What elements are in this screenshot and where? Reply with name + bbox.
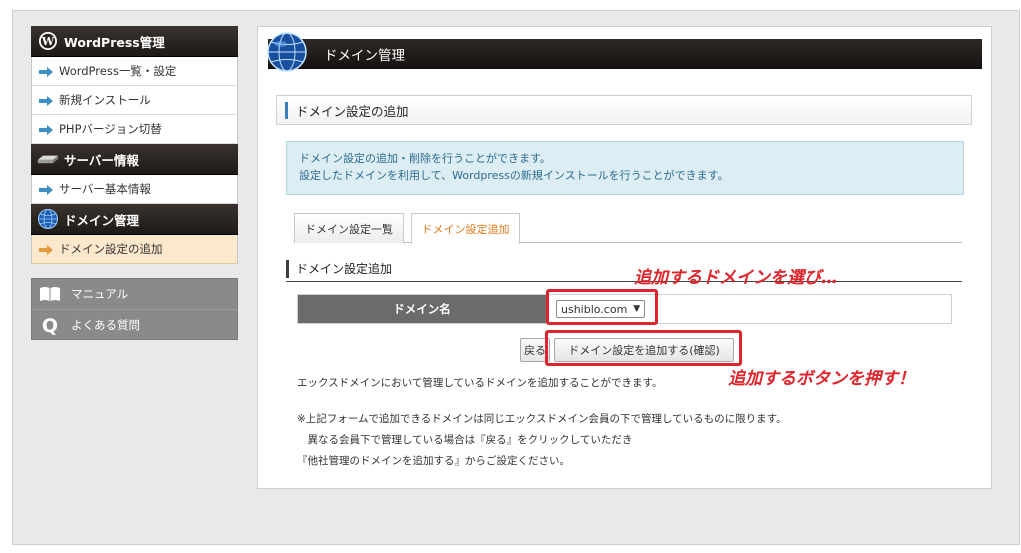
sidebar-header-wordpress: W WordPress管理 [31, 26, 238, 57]
arrow-right-icon [39, 184, 53, 195]
server-icon [37, 148, 59, 170]
domain-label: ドメイン名 [298, 295, 546, 323]
svg-text:W: W [41, 35, 55, 48]
book-icon [39, 284, 61, 304]
sidebar-item-label: サーバー基本情報 [59, 182, 151, 196]
svg-text:Q: Q [42, 315, 58, 335]
annotation-box-button [545, 330, 742, 366]
sidebar-header-server: サーバー情報 [31, 144, 238, 175]
annotation-box-select [546, 289, 658, 325]
sidebar-header-label: サーバー情報 [64, 152, 139, 168]
arrow-right-icon [39, 124, 53, 135]
note-text: 『他社管理のドメインを追加する』からご設定ください。 [297, 455, 570, 467]
arrow-right-icon [39, 66, 53, 77]
section-header: ドメイン設定の追加 [276, 95, 972, 125]
sidebar-help-group: マニュアル Q よくある質問 [31, 278, 238, 340]
form-title: ドメイン設定追加 [296, 262, 393, 276]
tab-label: ドメイン設定一覧 [305, 222, 393, 236]
page-header: ドメイン管理 [268, 39, 982, 69]
sidebar-item-manual[interactable]: マニュアル [32, 279, 237, 309]
main-panel: ドメイン管理 ドメイン設定の追加 ドメイン設定の追加・削除を行うことができます。… [257, 26, 992, 489]
tab-domain-list[interactable]: ドメイン設定一覧 [294, 213, 404, 243]
info-line: ドメイン設定の追加・削除を行うことができます。 [299, 152, 551, 165]
note-text: 異なる会員下で管理している場合は『戻る』をクリックしていただき [297, 434, 633, 446]
note-text: ※上記フォームで追加できるドメインは同じエックスドメイン会員の下で管理しているも… [297, 413, 787, 425]
sidebar-header-label: WordPress管理 [64, 34, 165, 50]
sidebar-item-label: 新規インストール [59, 93, 151, 107]
globe-icon [37, 208, 59, 230]
annotation-note-select: 追加するドメインを選び… [634, 268, 838, 288]
sidebar-item-wordpress-list[interactable]: WordPress一覧・設定 [31, 57, 238, 86]
sidebar-item-label: PHPバージョン切替 [59, 122, 162, 136]
sidebar-header-label: ドメイン管理 [64, 212, 140, 228]
form-accent-bar [286, 260, 289, 278]
info-box: ドメイン設定の追加・削除を行うことができます。 設定したドメインを利用して、Wo… [286, 141, 964, 195]
tab-bar: ドメイン設定一覧 ドメイン設定追加 [294, 213, 962, 244]
form-header: ドメイン設定追加 [286, 256, 962, 282]
page-title: ドメイン管理 [324, 48, 405, 64]
question-icon: Q [39, 315, 61, 335]
sidebar-item-label: よくある質問 [71, 317, 140, 332]
sidebar-item-faq[interactable]: Q よくある質問 [32, 309, 237, 339]
sidebar-item-label: ドメイン設定の追加 [59, 242, 163, 256]
sidebar-item-label: マニュアル [71, 287, 129, 301]
tab-label: ドメイン設定追加 [421, 223, 510, 236]
tab-domain-add[interactable]: ドメイン設定追加 [411, 213, 520, 244]
sidebar-item-label: WordPress一覧・設定 [59, 64, 177, 78]
sidebar: W WordPress管理 WordPress一覧・設定 新規インストール PH… [31, 26, 238, 340]
info-line: 設定したドメインを利用して、Wordpressの新規インストールを行うことができ… [299, 169, 729, 182]
globe-icon [267, 32, 307, 72]
sidebar-item-domain-add[interactable]: ドメイン設定の追加 [31, 235, 238, 264]
section-title: ドメイン設定の追加 [296, 103, 409, 119]
sidebar-item-server-info[interactable]: サーバー基本情報 [31, 175, 238, 204]
wordpress-icon: W [37, 30, 59, 52]
section-accent-bar [285, 101, 288, 119]
arrow-right-icon [39, 95, 53, 106]
sidebar-item-php-version[interactable]: PHPバージョン切替 [31, 115, 238, 144]
note-text: エックスドメインにおいて管理しているドメインを追加することができます。 [297, 377, 663, 389]
arrow-right-icon [39, 244, 53, 255]
annotation-note-button: 追加するボタンを押す！ [728, 369, 915, 389]
sidebar-header-domain: ドメイン管理 [31, 204, 238, 235]
sidebar-item-new-install[interactable]: 新規インストール [31, 86, 238, 115]
